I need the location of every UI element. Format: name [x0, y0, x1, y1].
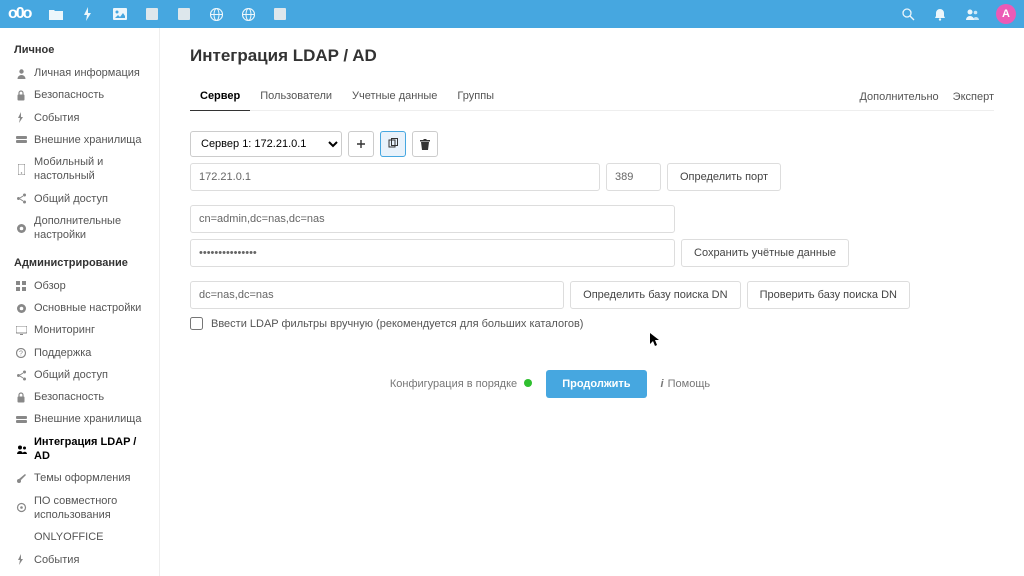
nextcloud-logo[interactable]: o0o: [8, 5, 30, 23]
topbar: o0o A: [0, 0, 1024, 28]
password-input[interactable]: [190, 239, 675, 267]
activity-icon[interactable]: [76, 2, 100, 26]
tab-server[interactable]: Сервер: [190, 84, 250, 111]
groupware-icon: [14, 501, 28, 515]
storage-icon: [14, 413, 28, 427]
sidebar-item-activity-personal[interactable]: События: [0, 107, 159, 129]
files-icon[interactable]: [44, 2, 68, 26]
globe-icon-1[interactable]: [204, 2, 228, 26]
tab-row: Сервер Пользователи Учетные данные Групп…: [190, 84, 994, 111]
save-credentials-button[interactable]: Сохранить учётные данные: [681, 239, 849, 267]
sidebar-item-groupware[interactable]: ПО совместного использования: [0, 490, 159, 527]
add-server-button[interactable]: [348, 131, 374, 157]
sidebar-item-security-personal[interactable]: Безопасность: [0, 84, 159, 106]
sidebar-section-personal: Личное: [0, 34, 159, 62]
brush-icon: [14, 471, 28, 485]
overview-icon: [14, 279, 28, 293]
help-link[interactable]: i Помощь: [661, 378, 711, 390]
sidebar-item-personal-info[interactable]: Личная информация: [0, 62, 159, 84]
user-icon: [14, 66, 28, 80]
gear-icon: [14, 301, 28, 315]
sidebar-item-sharing-admin[interactable]: Общий доступ: [0, 364, 159, 386]
search-icon[interactable]: [896, 2, 920, 26]
server-select[interactable]: Сервер 1: 172.21.0.1: [190, 131, 342, 157]
sidebar-item-activity-admin[interactable]: События: [0, 549, 159, 571]
tab-users[interactable]: Пользователи: [250, 84, 342, 110]
sidebar-item-security-admin[interactable]: Безопасность: [0, 386, 159, 408]
content-area: Интеграция LDAP / AD Сервер Пользователи…: [160, 28, 1024, 576]
notifications-icon[interactable]: [928, 2, 952, 26]
ldap-icon: [14, 442, 28, 456]
support-icon: ?: [14, 346, 28, 360]
lock-icon: [14, 88, 28, 102]
sidebar-item-support[interactable]: ?Поддержка: [0, 342, 159, 364]
sidebar-item-monitoring[interactable]: Мониторинг: [0, 319, 159, 341]
status-indicator-icon: [524, 379, 532, 387]
page-title: Интеграция LDAP / AD: [190, 46, 994, 66]
app-icon-2[interactable]: [172, 2, 196, 26]
sidebar-item-additional-personal[interactable]: Дополнительные настройки: [0, 210, 159, 247]
user-avatar[interactable]: A: [996, 4, 1016, 24]
contacts-icon[interactable]: [960, 2, 984, 26]
copy-server-button[interactable]: [380, 131, 406, 157]
gear-icon: [14, 221, 28, 235]
app-icon-1[interactable]: [140, 2, 164, 26]
sidebar-item-overview[interactable]: Обзор: [0, 275, 159, 297]
storage-icon: [14, 133, 28, 147]
manual-filters-checkbox[interactable]: [190, 317, 203, 330]
delete-server-button[interactable]: [412, 131, 438, 157]
manual-filters-label: Ввести LDAP фильтры вручную (рекомендует…: [211, 318, 583, 330]
bind-dn-input[interactable]: [190, 205, 675, 233]
port-input[interactable]: [606, 163, 661, 191]
base-dn-input[interactable]: [190, 281, 564, 309]
share-icon: [14, 368, 28, 382]
tab-groups[interactable]: Группы: [447, 84, 504, 110]
monitor-icon: [14, 323, 28, 337]
test-base-dn-button[interactable]: Проверить базу поиска DN: [747, 281, 910, 309]
info-icon: i: [661, 378, 664, 390]
gallery-icon[interactable]: [108, 2, 132, 26]
mobile-icon: [14, 162, 28, 176]
sidebar-item-workflow[interactable]: Обработка файлов: [0, 571, 159, 576]
sidebar-item-theming[interactable]: Темы оформления: [0, 467, 159, 489]
sidebar-item-external-storage-personal[interactable]: Внешние хранилища: [0, 129, 159, 151]
sidebar-item-basic-settings[interactable]: Основные настройки: [0, 297, 159, 319]
ldap-form: Сервер 1: 172.21.0.1 Определить порт Сох…: [190, 131, 910, 398]
sidebar-item-ldap[interactable]: Интеграция LDAP / AD: [0, 431, 159, 468]
sidebar-item-external-storage-admin[interactable]: Внешние хранилища: [0, 408, 159, 430]
sidebar-item-onlyoffice[interactable]: ONLYOFFICE: [0, 526, 159, 548]
tab-expert[interactable]: Эксперт: [953, 91, 994, 103]
continue-button[interactable]: Продолжить: [546, 370, 646, 398]
app-icon-3[interactable]: [268, 2, 292, 26]
detect-base-dn-button[interactable]: Определить базу поиска DN: [570, 281, 740, 309]
sidebar-section-admin: Администрирование: [0, 247, 159, 275]
settings-sidebar: Личное Личная информация Безопасность Со…: [0, 28, 160, 576]
share-icon: [14, 192, 28, 206]
config-status-label: Конфигурация в порядке: [390, 378, 532, 390]
bolt-icon: [14, 553, 28, 567]
sidebar-item-mobile[interactable]: Мобильный и настольный: [0, 151, 159, 188]
sidebar-item-sharing-personal[interactable]: Общий доступ: [0, 188, 159, 210]
bolt-icon: [14, 111, 28, 125]
tab-credentials[interactable]: Учетные данные: [342, 84, 447, 110]
tab-additional[interactable]: Дополнительно: [859, 91, 938, 103]
detect-port-button[interactable]: Определить порт: [667, 163, 781, 191]
svg-text:?: ?: [19, 350, 23, 357]
lock-icon: [14, 390, 28, 404]
globe-icon-2[interactable]: [236, 2, 260, 26]
host-input[interactable]: [190, 163, 600, 191]
